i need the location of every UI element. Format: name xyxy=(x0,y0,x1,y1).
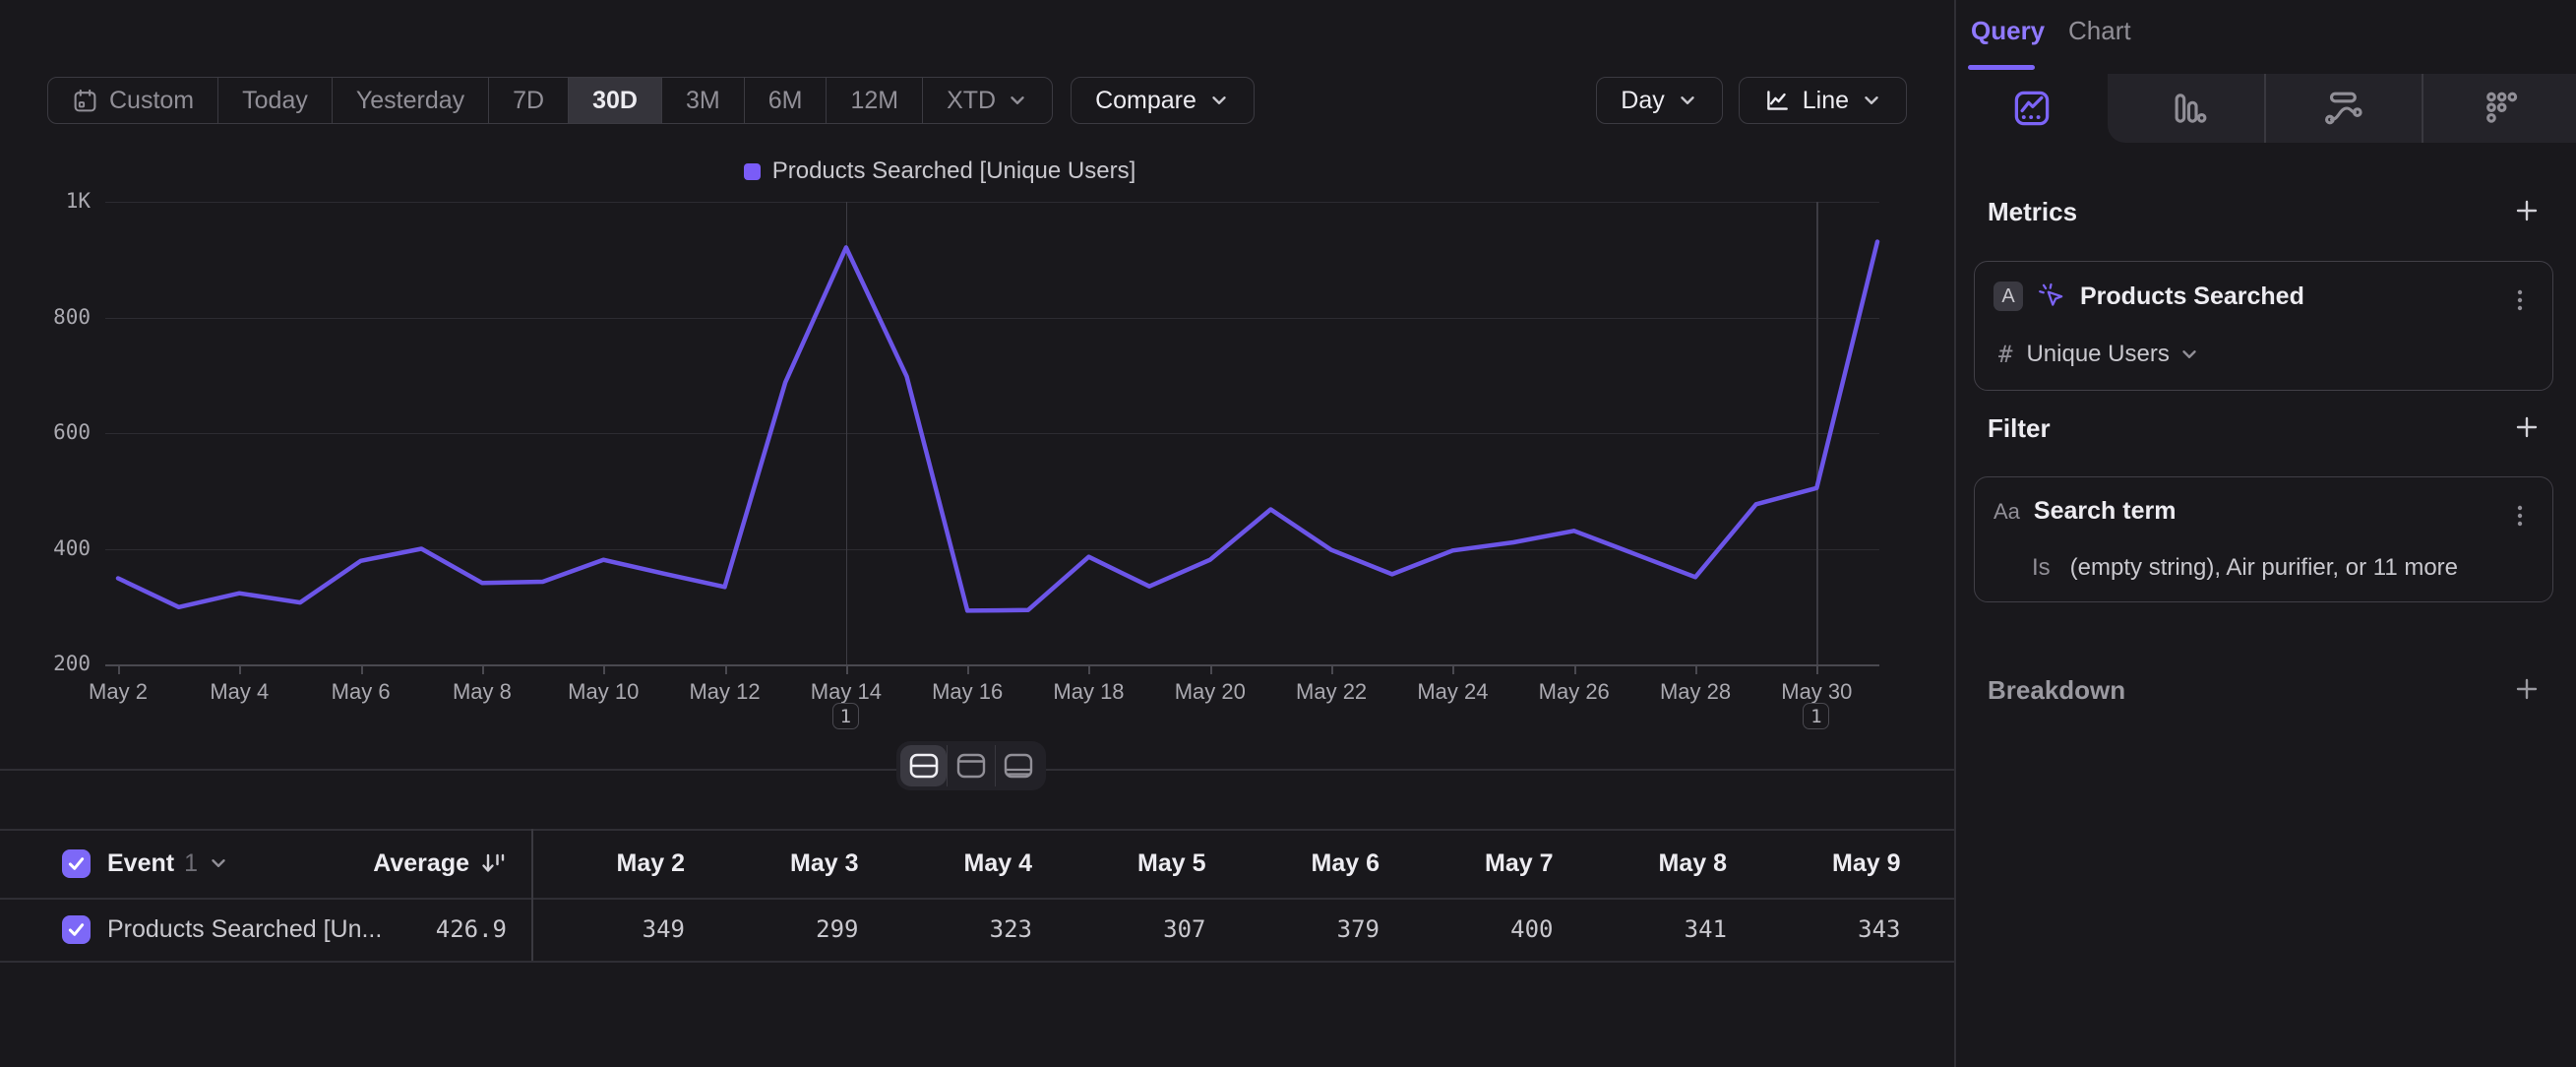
filter-options-button[interactable] xyxy=(2507,501,2533,535)
table-date-header[interactable]: May 6 xyxy=(1212,829,1380,898)
layout-bottom-icon xyxy=(1002,751,1035,781)
row-average-value: 426.9 xyxy=(310,915,507,943)
table-date-header[interactable]: May 8 xyxy=(1560,829,1727,898)
table-cell-value: 349 xyxy=(518,898,685,961)
tab-funnels[interactable] xyxy=(2108,74,2264,143)
table-date-header[interactable]: May 7 xyxy=(1386,829,1554,898)
event-count: 1 xyxy=(184,849,198,878)
layout-toggle-group xyxy=(896,741,1046,790)
filter-value-summary[interactable]: (empty string), Air purifier, or 11 more xyxy=(2070,554,2458,582)
filter-operator[interactable]: Is xyxy=(2032,554,2051,582)
table-date-header[interactable]: May 9 xyxy=(1734,829,1901,898)
filter-property-name[interactable]: Search term xyxy=(2034,497,2177,526)
tab-more-reports[interactable] xyxy=(2422,74,2576,143)
sort-descending-icon xyxy=(479,849,507,877)
table-cell-value: 379 xyxy=(1212,898,1380,961)
event-header-label: Event xyxy=(107,849,174,878)
table-cell-value: 343 xyxy=(1734,898,1901,961)
tab-flows[interactable] xyxy=(2264,74,2422,143)
check-icon xyxy=(66,853,87,874)
table-date-header[interactable]: May 2 xyxy=(518,829,685,898)
tab-query[interactable]: Query xyxy=(1971,16,2045,46)
table-cell-value: 307 xyxy=(1039,898,1206,961)
layout-top-icon xyxy=(954,751,988,781)
metric-options-button[interactable] xyxy=(2507,285,2533,320)
tab-insights[interactable] xyxy=(1956,74,2108,143)
tab-chart[interactable]: Chart xyxy=(2068,16,2131,46)
row-checkbox[interactable] xyxy=(62,915,91,944)
kebab-menu-icon xyxy=(2507,501,2533,531)
metric-letter-badge: A xyxy=(1993,282,2023,311)
property-type-label: Aa xyxy=(1993,499,2020,525)
table-cell-value: 299 xyxy=(692,898,859,961)
sidebar-tabs: Query Chart xyxy=(1956,0,2576,74)
series-line xyxy=(118,242,1877,611)
table-cell-value: 341 xyxy=(1560,898,1727,961)
layout-split-button[interactable] xyxy=(900,745,947,786)
metric-event-name[interactable]: Products Searched xyxy=(2080,282,2304,311)
query-sidebar: Query Chart xyxy=(1954,0,2576,1067)
layout-table-only-button[interactable] xyxy=(995,745,1042,786)
table-date-header[interactable]: May 4 xyxy=(865,829,1032,898)
table-bottom-border xyxy=(0,961,1954,963)
average-header-label: Average xyxy=(373,849,469,878)
table-date-header[interactable]: May 3 xyxy=(692,829,859,898)
layout-split-icon xyxy=(907,751,941,781)
add-breakdown-button[interactable] xyxy=(2511,673,2543,705)
aggregation-label: Unique Users xyxy=(2026,341,2169,368)
plus-icon xyxy=(2512,196,2542,225)
filter-heading: Filter xyxy=(1988,413,2051,444)
event-header-dropdown[interactable]: Event 1 xyxy=(107,849,229,878)
plus-icon xyxy=(2512,674,2542,704)
filter-card[interactable]: Aa Search term Is (empty string), Air pu… xyxy=(1974,476,2553,602)
plus-icon xyxy=(2512,412,2542,442)
layout-chart-only-button[interactable] xyxy=(947,745,994,786)
chevron-down-icon xyxy=(208,852,229,874)
flows-icon xyxy=(2320,86,2365,131)
average-header[interactable]: Average xyxy=(295,849,507,878)
table-cell-value: 323 xyxy=(865,898,1032,961)
metric-aggregation-row: # Unique Users xyxy=(1998,341,2200,368)
table-row: Products Searched [Un... 426.9 349299323… xyxy=(0,898,1954,961)
filter-condition-row: Is (empty string), Air purifier, or 11 m… xyxy=(2032,554,2458,582)
chevron-down-icon xyxy=(2178,344,2200,365)
select-all-checkbox[interactable] xyxy=(62,849,91,878)
check-icon xyxy=(66,919,87,940)
metrics-heading: Metrics xyxy=(1988,197,2077,227)
filter-card-row1: Aa Search term xyxy=(1993,497,2176,526)
add-filter-button[interactable] xyxy=(2511,411,2543,443)
report-type-tabs xyxy=(1956,74,2576,143)
event-click-icon xyxy=(2037,282,2066,311)
main-area: CustomTodayYesterday7D30D3M6M12MXTD Comp… xyxy=(0,0,1954,1067)
metric-card-row1: A Products Searched xyxy=(1993,282,2304,311)
table-header-row: Event 1 Average May 2May 3May 4May 5May … xyxy=(0,829,1954,898)
breakdown-heading: Breakdown xyxy=(1988,675,2125,706)
insights-icon xyxy=(2009,86,2055,131)
metric-card[interactable]: A Products Searched # Unique Users xyxy=(1974,261,2553,391)
aggregation-symbol: # xyxy=(1998,341,2012,368)
add-metric-button[interactable] xyxy=(2511,195,2543,226)
table-cell-value: 400 xyxy=(1386,898,1554,961)
aggregation-dropdown[interactable]: Unique Users xyxy=(2026,341,2199,368)
funnels-icon xyxy=(2164,86,2209,131)
active-tab-underline xyxy=(1968,65,2035,70)
table-date-header[interactable]: May 5 xyxy=(1039,829,1206,898)
dots-grid-icon xyxy=(2478,86,2523,131)
kebab-menu-icon xyxy=(2507,285,2533,315)
